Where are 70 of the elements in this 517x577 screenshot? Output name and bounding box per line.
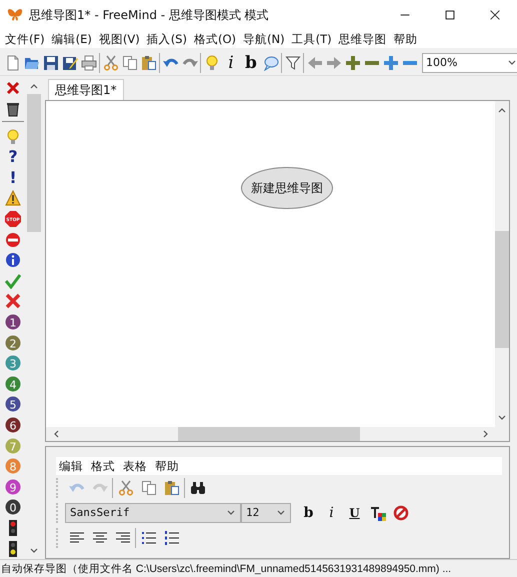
status-text: 自动保存导图（使用文件名 C:\Users\zc\.freemind\FM_unnamed5145631931489894950.mm) ... — [0, 562, 452, 576]
menu-item[interactable]: 格式(O) — [192, 32, 240, 46]
maximize-icon[interactable] — [442, 8, 456, 22]
align-left-icon[interactable] — [68, 530, 84, 546]
menu-item[interactable]: 编辑(E) — [50, 32, 96, 46]
filter-icon[interactable] — [284, 54, 300, 70]
exclamation-icon[interactable]: ! — [9, 168, 17, 187]
menu-item[interactable]: 工具(T) — [290, 32, 336, 46]
binoculars-icon[interactable] — [190, 480, 206, 496]
scrollbar-thumb[interactable] — [495, 231, 509, 348]
scissors-icon[interactable] — [102, 54, 118, 70]
menu-item[interactable]: 编辑 — [59, 458, 83, 474]
font-select[interactable]: SansSerif — [65, 502, 241, 522]
menu-item[interactable]: 帮助 — [392, 32, 422, 46]
number-icon[interactable]: 9 — [5, 478, 21, 495]
info-icon[interactable] — [5, 252, 21, 268]
dropdown-caret-icon[interactable] — [507, 58, 517, 68]
menu-item[interactable]: 帮助 — [155, 458, 179, 474]
number-icon[interactable]: 4 — [5, 376, 21, 392]
number-icon[interactable]: 5 — [5, 396, 21, 412]
trash-icon[interactable] — [5, 100, 21, 117]
map-node[interactable]: 新建思维导图 — [241, 167, 333, 209]
check-mark-icon[interactable] — [5, 272, 21, 289]
clipboard-icon[interactable] — [164, 480, 180, 496]
align-right-icon[interactable] — [114, 530, 130, 546]
number-icon[interactable]: 1 — [5, 314, 21, 330]
no-style-icon[interactable] — [392, 504, 408, 520]
copy-icon[interactable] — [140, 480, 156, 496]
clipboard-icon[interactable] — [140, 54, 156, 70]
plus-icon[interactable] — [382, 54, 398, 70]
menu-item[interactable]: 表格 — [123, 458, 147, 474]
warning-icon[interactable] — [5, 190, 21, 206]
no-entry-icon[interactable] — [5, 232, 21, 248]
menu-item[interactable]: 插入(S) — [146, 32, 191, 46]
align-center-icon[interactable] — [92, 530, 108, 546]
menu-item[interactable]: 视图(V) — [98, 32, 144, 46]
size-select[interactable]: 12 — [241, 502, 291, 522]
window-title: 思维导图1* - FreeMind - 思维导图模式 模式 — [29, 6, 269, 24]
number-icon[interactable]: 0 — [5, 499, 21, 516]
cross-icon[interactable] — [5, 293, 21, 310]
scissors-icon[interactable] — [118, 480, 134, 496]
bullet-list-icon[interactable] — [140, 530, 156, 546]
number-icon[interactable]: 2 — [5, 334, 21, 351]
question-mark-icon[interactable]: ? — [8, 148, 18, 166]
bold-button[interactable]: b — [297, 502, 320, 524]
text-color-icon[interactable] — [370, 504, 386, 520]
bold-button[interactable]: b — [241, 52, 261, 74]
numbered-list-icon[interactable] — [164, 530, 180, 546]
floppy-pencil-icon[interactable] — [62, 54, 78, 70]
menu-item[interactable]: 导航(N) — [242, 32, 289, 46]
document-icon[interactable] — [4, 54, 20, 70]
dropdown-caret-icon[interactable] — [276, 508, 286, 518]
italic-button[interactable]: i — [320, 502, 343, 524]
speech-bubble-icon[interactable] — [262, 54, 278, 70]
dropdown-caret-icon[interactable] — [226, 508, 236, 518]
plus-icon[interactable] — [344, 54, 360, 70]
scrollbar-thumb[interactable] — [178, 427, 360, 441]
number-icon[interactable]: 6 — [5, 417, 21, 434]
menu-item[interactable]: 思维导图 — [338, 32, 391, 46]
underline-button[interactable]: U — [343, 502, 366, 524]
scrollbar-thumb[interactable] — [27, 94, 41, 232]
printer-icon[interactable] — [80, 54, 96, 70]
italic-button[interactable]: i — [221, 52, 241, 74]
copy-icon[interactable] — [122, 54, 138, 70]
menu-item[interactable]: 文件(F) — [4, 32, 49, 46]
close-icon[interactable] — [488, 8, 502, 22]
tab[interactable]: 思维导图1* — [48, 79, 124, 100]
butterfly-icon — [7, 7, 23, 23]
menu-item[interactable]: 格式 — [91, 458, 115, 474]
zoom-select[interactable]: 100% — [422, 52, 517, 72]
